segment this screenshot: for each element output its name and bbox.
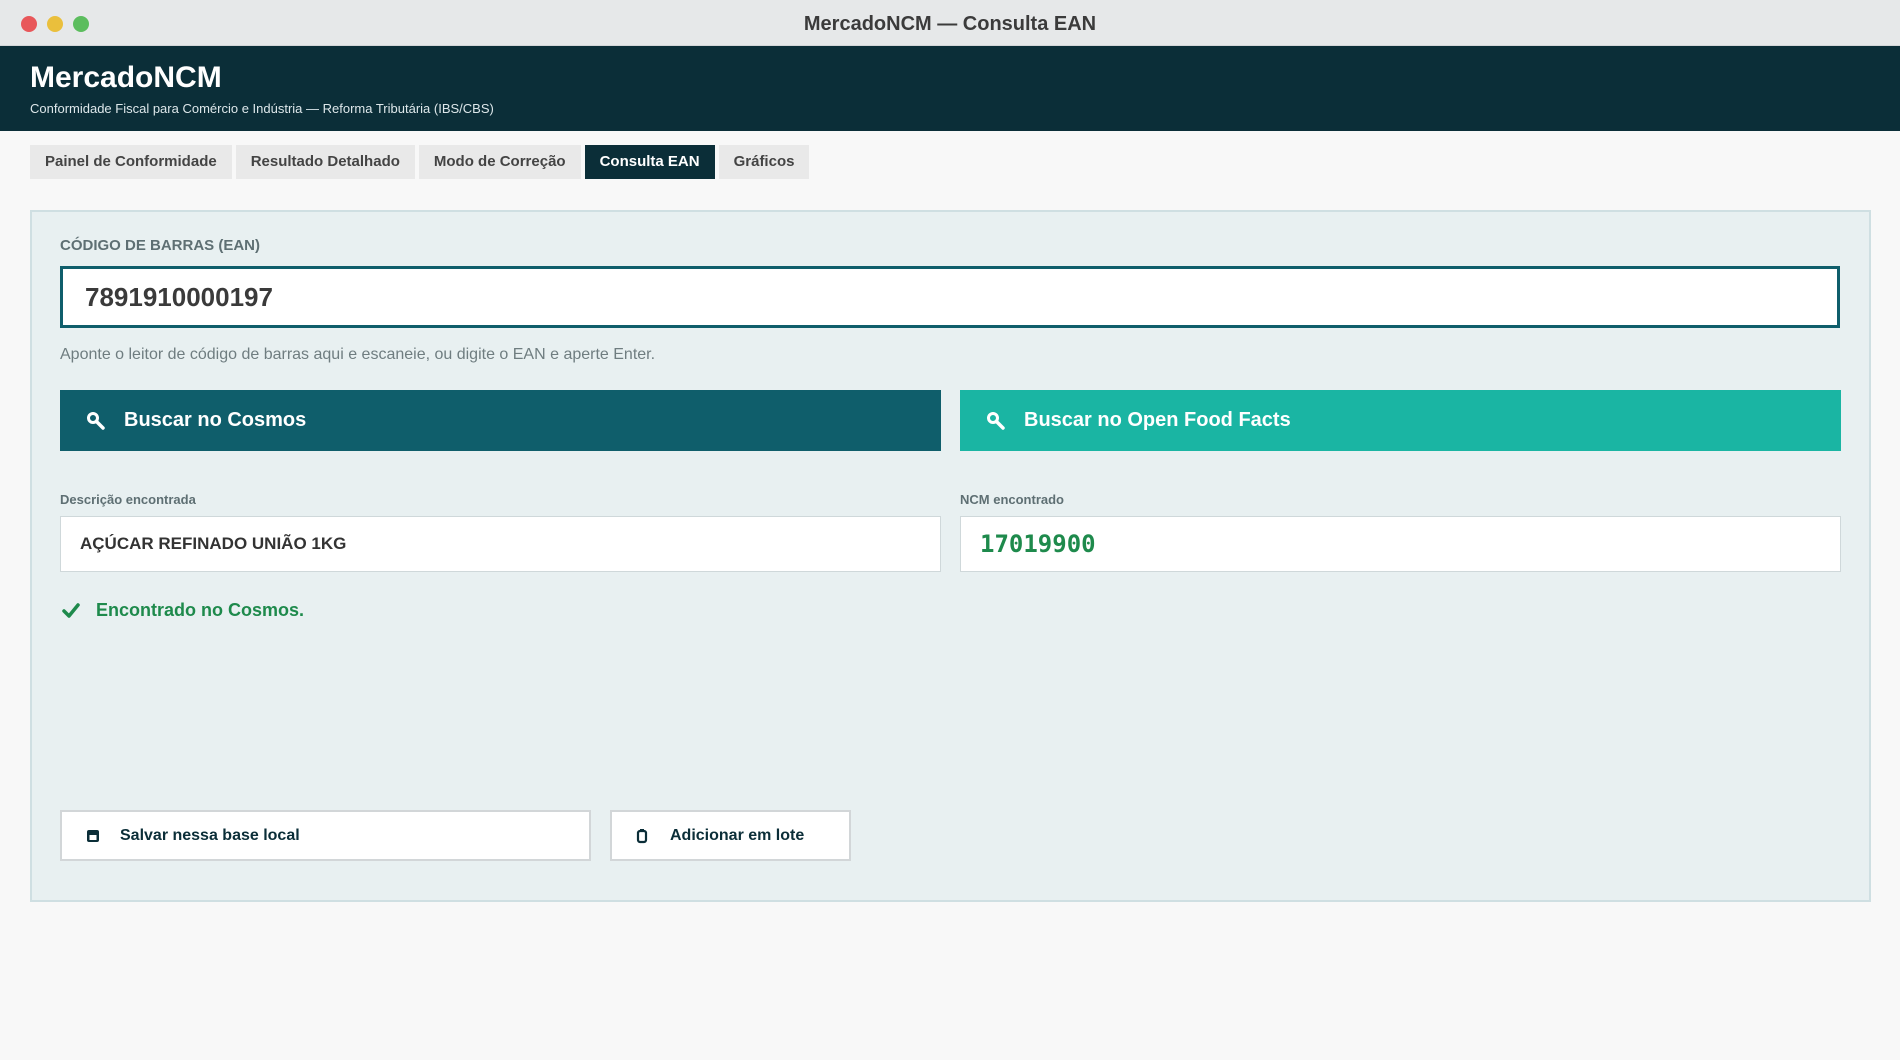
save-local-button[interactable]: Salvar nessa base local	[60, 810, 591, 861]
search-off-label: Buscar no Open Food Facts	[1024, 409, 1291, 431]
search-icon	[986, 411, 1014, 431]
app-tagline: Conformidade Fiscal para Comércio e Indú…	[30, 101, 494, 116]
tab-bar: Painel de Conformidade Resultado Detalha…	[0, 131, 1900, 179]
search-cosmos-button[interactable]: Buscar no Cosmos	[60, 390, 941, 451]
check-icon	[62, 602, 84, 619]
add-batch-button[interactable]: Adicionar em lote	[610, 810, 851, 861]
tab-graficos[interactable]: Gráficos	[718, 145, 810, 179]
ean-hint: Aponte o leitor de código de barras aqui…	[60, 346, 656, 363]
app-header: MercadoNCM Conformidade Fiscal para Comé…	[0, 46, 1900, 131]
search-cosmos-label: Buscar no Cosmos	[124, 409, 307, 431]
ncm-label: NCM encontrado	[960, 492, 1064, 507]
ncm-output: 17019900	[960, 516, 1841, 572]
ean-field-label: CÓDIGO DE BARRAS (EAN)	[60, 237, 261, 254]
add-batch-label: Adicionar em lote	[670, 826, 805, 844]
description-label: Descrição encontrada	[60, 492, 196, 507]
search-icon	[86, 411, 114, 431]
window-titlebar: MercadoNCM — Consulta EAN	[0, 0, 1900, 46]
window-title: MercadoNCM — Consulta EAN	[803, 13, 1097, 35]
status-text: Encontrado no Cosmos.	[96, 600, 305, 620]
ean-lookup-panel: CÓDIGO DE BARRAS (EAN) Aponte o leitor d…	[30, 210, 1871, 902]
tab-painel-conformidade[interactable]: Painel de Conformidade	[30, 145, 232, 179]
lookup-status: Encontrado no Cosmos.	[62, 600, 304, 621]
save-local-label: Salvar nessa base local	[120, 826, 300, 844]
tab-consulta-ean[interactable]: Consulta EAN	[584, 145, 715, 179]
ean-input[interactable]	[60, 266, 1840, 328]
tab-modo-correcao[interactable]: Modo de Correção	[418, 145, 581, 179]
clipboard-icon	[636, 828, 652, 844]
app-brand: MercadoNCM	[30, 61, 222, 94]
tab-resultado-detalhado[interactable]: Resultado Detalhado	[235, 145, 415, 179]
description-output: AÇÚCAR REFINADO UNIÃO 1KG	[60, 516, 941, 572]
search-open-food-facts-button[interactable]: Buscar no Open Food Facts	[960, 390, 1841, 451]
database-icon	[86, 829, 102, 843]
